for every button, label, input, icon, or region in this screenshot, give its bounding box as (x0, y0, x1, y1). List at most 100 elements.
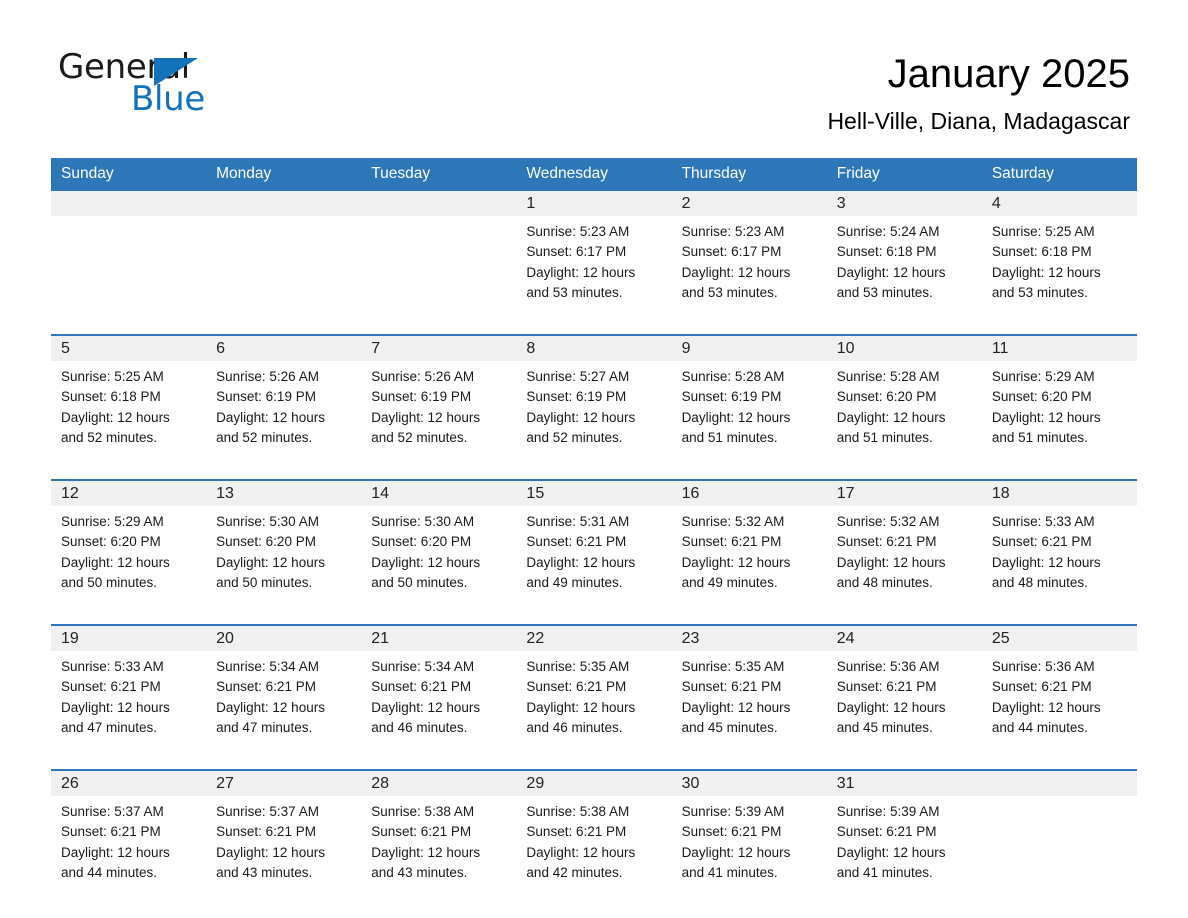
calendar-day-cell[interactable]: 29 Sunrise: 5:38 AM Sunset: 6:21 PM Dayligh… (516, 769, 672, 904)
daylight-text-line1: Daylight: 12 hours (836, 264, 946, 280)
daylight-text-line1: Daylight: 12 hours (216, 409, 325, 425)
day-number: 16 (671, 481, 827, 506)
empty-day (51, 191, 207, 324)
calendar-day-cell[interactable]: 23 Sunrise: 5:35 AM Sunset: 6:21 PM Dayligh… (671, 624, 827, 759)
weekday-header-tuesday: Tuesday (361, 158, 517, 191)
sunrise-text: Sunrise: 5:39 AM (836, 804, 940, 819)
daylight-text-line2: and 42 minutes. (526, 864, 623, 880)
day-number: 28 (361, 771, 517, 796)
daylight-text-line1: Daylight: 12 hours (681, 844, 791, 860)
daylight-text-line2: and 41 minutes. (681, 864, 778, 880)
sunset-text: Sunset: 6:21 PM (526, 824, 627, 840)
calendar-day-cell[interactable]: 20 Sunrise: 5:34 AM Sunset: 6:21 PM Dayligh… (206, 624, 362, 759)
day-details: Sunrise: 5:38 AM Sunset: 6:21 PM Daylight:… (516, 796, 671, 883)
day-number: 20 (206, 626, 362, 651)
calendar-day-cell[interactable]: 25 Sunrise: 5:36 AM Sunset: 6:21 PM Dayligh… (981, 624, 1137, 759)
day-number: 3 (826, 191, 982, 216)
day-18: 18 Sunrise: 5:33 AM Sunset: 6:21 PM Dayligh… (981, 481, 1137, 614)
sunrise-text: Sunrise: 5:25 AM (61, 369, 164, 384)
sunset-text: Sunset: 6:21 PM (526, 534, 627, 550)
sunset-text: Sunset: 6:21 PM (681, 679, 782, 695)
calendar-day-cell[interactable]: 22 Sunrise: 5:35 AM Sunset: 6:21 PM Dayligh… (516, 624, 672, 759)
calendar-day-cell[interactable]: 5 Sunrise: 5:25 AM Sunset: 6:18 PM Daylight… (51, 334, 207, 469)
daylight-text-line1: Daylight: 12 hours (526, 264, 636, 280)
calendar-day-cell[interactable]: 21 Sunrise: 5:34 AM Sunset: 6:21 PM Dayligh… (361, 624, 517, 759)
sunrise-text: Sunrise: 5:35 AM (681, 659, 785, 674)
calendar-day-cell[interactable]: 12 Sunrise: 5:29 AM Sunset: 6:20 PM Dayligh… (51, 479, 207, 614)
calendar-week-row: 19 Sunrise: 5:33 AM Sunset: 6:21 PM Dayligh… (51, 624, 1137, 759)
day-11: 11 Sunrise: 5:29 AM Sunset: 6:20 PM Dayligh… (981, 336, 1137, 469)
calendar-day-cell[interactable]: 2 Sunrise: 5:23 AM Sunset: 6:17 PM Daylight… (671, 191, 827, 324)
day-14: 14 Sunrise: 5:30 AM Sunset: 6:20 PM Dayligh… (361, 481, 517, 614)
calendar-day-cell[interactable]: 6 Sunrise: 5:26 AM Sunset: 6:19 PM Daylight… (206, 334, 362, 469)
sunrise-text: Sunrise: 5:35 AM (526, 659, 630, 674)
day-details: Sunrise: 5:39 AM Sunset: 6:21 PM Daylight:… (827, 796, 982, 883)
calendar-day-cell[interactable]: 14 Sunrise: 5:30 AM Sunset: 6:20 PM Dayligh… (361, 479, 517, 614)
calendar-day-cell[interactable]: 28 Sunrise: 5:38 AM Sunset: 6:21 PM Dayligh… (361, 769, 517, 904)
sunrise-text: Sunrise: 5:27 AM (526, 369, 630, 384)
daylight-text-line1: Daylight: 12 hours (836, 699, 946, 715)
daylight-text-line2: and 48 minutes. (991, 574, 1088, 590)
calendar-day-cell[interactable]: 24 Sunrise: 5:36 AM Sunset: 6:21 PM Dayligh… (826, 624, 982, 759)
calendar-week-row: 1 Sunrise: 5:23 AM Sunset: 6:17 PM Daylight… (51, 191, 1137, 324)
calendar-week-row: 26 Sunrise: 5:37 AM Sunset: 6:21 PM Dayligh… (51, 769, 1137, 904)
day-details: Sunrise: 5:30 AM Sunset: 6:20 PM Daylight:… (361, 506, 516, 593)
calendar-day-cell[interactable]: 1 Sunrise: 5:23 AM Sunset: 6:17 PM Daylight… (516, 191, 672, 324)
calendar-day-cell[interactable]: 27 Sunrise: 5:37 AM Sunset: 6:21 PM Dayligh… (206, 769, 362, 904)
day-21: 21 Sunrise: 5:34 AM Sunset: 6:21 PM Dayligh… (361, 626, 517, 759)
weekday-header-monday: Monday (206, 158, 362, 191)
calendar-day-cell[interactable]: 16 Sunrise: 5:32 AM Sunset: 6:21 PM Dayligh… (671, 479, 827, 614)
day-16: 16 Sunrise: 5:32 AM Sunset: 6:21 PM Dayligh… (671, 481, 827, 614)
day-number: 30 (671, 771, 827, 796)
calendar-day-cell[interactable]: 8 Sunrise: 5:27 AM Sunset: 6:19 PM Daylight… (516, 334, 672, 469)
weekday-header-saturday: Saturday (981, 158, 1137, 191)
calendar-body: 1 Sunrise: 5:23 AM Sunset: 6:17 PM Daylight… (51, 191, 1137, 904)
calendar-day-cell[interactable]: 19 Sunrise: 5:33 AM Sunset: 6:21 PM Dayligh… (51, 624, 207, 759)
daylight-text-line1: Daylight: 12 hours (216, 699, 325, 715)
calendar-day-cell[interactable]: 4 Sunrise: 5:25 AM Sunset: 6:18 PM Daylight… (981, 191, 1137, 324)
day-27: 27 Sunrise: 5:37 AM Sunset: 6:21 PM Dayligh… (206, 771, 362, 904)
daylight-text-line2: and 50 minutes. (371, 574, 468, 590)
day-number: 12 (51, 481, 207, 506)
sunrise-text: Sunrise: 5:32 AM (681, 514, 785, 529)
calendar-day-cell[interactable]: 11 Sunrise: 5:29 AM Sunset: 6:20 PM Dayligh… (981, 334, 1137, 469)
logo-text-blue: Blue (131, 79, 206, 119)
calendar-day-cell[interactable]: 26 Sunrise: 5:37 AM Sunset: 6:21 PM Dayligh… (51, 769, 207, 904)
daylight-text-line2: and 49 minutes. (526, 574, 623, 590)
daylight-text-line2: and 43 minutes. (371, 864, 468, 880)
sunrise-text: Sunrise: 5:38 AM (526, 804, 630, 819)
sunset-text: Sunset: 6:21 PM (371, 679, 472, 695)
daylight-text-line2: and 50 minutes. (216, 574, 313, 590)
sunset-text: Sunset: 6:20 PM (991, 389, 1092, 405)
daylight-text-line2: and 53 minutes. (526, 284, 623, 300)
week-spacer (51, 759, 1137, 770)
calendar-day-cell[interactable]: 17 Sunrise: 5:32 AM Sunset: 6:21 PM Dayligh… (826, 479, 982, 614)
day-number: 5 (51, 336, 207, 361)
calendar-day-cell[interactable]: 10 Sunrise: 5:28 AM Sunset: 6:20 PM Dayligh… (826, 334, 982, 469)
calendar-day-cell[interactable]: 7 Sunrise: 5:26 AM Sunset: 6:19 PM Daylight… (361, 334, 517, 469)
daylight-text-line2: and 44 minutes. (991, 719, 1088, 735)
day-number: 24 (826, 626, 982, 651)
daylight-text-line2: and 52 minutes. (526, 429, 623, 445)
day-number: 26 (51, 771, 207, 796)
calendar-day-cell[interactable]: 31 Sunrise: 5:39 AM Sunset: 6:21 PM Dayligh… (826, 769, 982, 904)
week-spacer (51, 614, 1137, 625)
daylight-text-line2: and 53 minutes. (991, 284, 1088, 300)
calendar-day-cell[interactable]: 18 Sunrise: 5:33 AM Sunset: 6:21 PM Dayligh… (981, 479, 1137, 614)
sunrise-text: Sunrise: 5:25 AM (991, 224, 1095, 239)
daylight-text-line1: Daylight: 12 hours (371, 699, 481, 715)
daylight-text-line2: and 49 minutes. (681, 574, 778, 590)
calendar-day-cell[interactable]: 15 Sunrise: 5:31 AM Sunset: 6:21 PM Dayligh… (516, 479, 672, 614)
week-spacer-cell (51, 614, 1137, 625)
calendar-day-cell[interactable]: 3 Sunrise: 5:24 AM Sunset: 6:18 PM Daylight… (826, 191, 982, 324)
day-12: 12 Sunrise: 5:29 AM Sunset: 6:20 PM Dayligh… (51, 481, 207, 614)
calendar-day-cell[interactable]: 30 Sunrise: 5:39 AM Sunset: 6:21 PM Dayligh… (671, 769, 827, 904)
day-details: Sunrise: 5:23 AM Sunset: 6:17 PM Daylight:… (516, 216, 671, 303)
calendar-day-cell[interactable]: 13 Sunrise: 5:30 AM Sunset: 6:20 PM Dayligh… (206, 479, 362, 614)
day-number: 2 (671, 191, 827, 216)
sunrise-text: Sunrise: 5:26 AM (216, 369, 319, 384)
title-block: January 2025 Hell-Ville, Diana, Madagasc… (827, 50, 1130, 136)
day-25: 25 Sunrise: 5:36 AM Sunset: 6:21 PM Dayligh… (981, 626, 1137, 759)
day-number (981, 771, 1137, 796)
calendar-day-cell[interactable]: 9 Sunrise: 5:28 AM Sunset: 6:19 PM Daylight… (671, 334, 827, 469)
